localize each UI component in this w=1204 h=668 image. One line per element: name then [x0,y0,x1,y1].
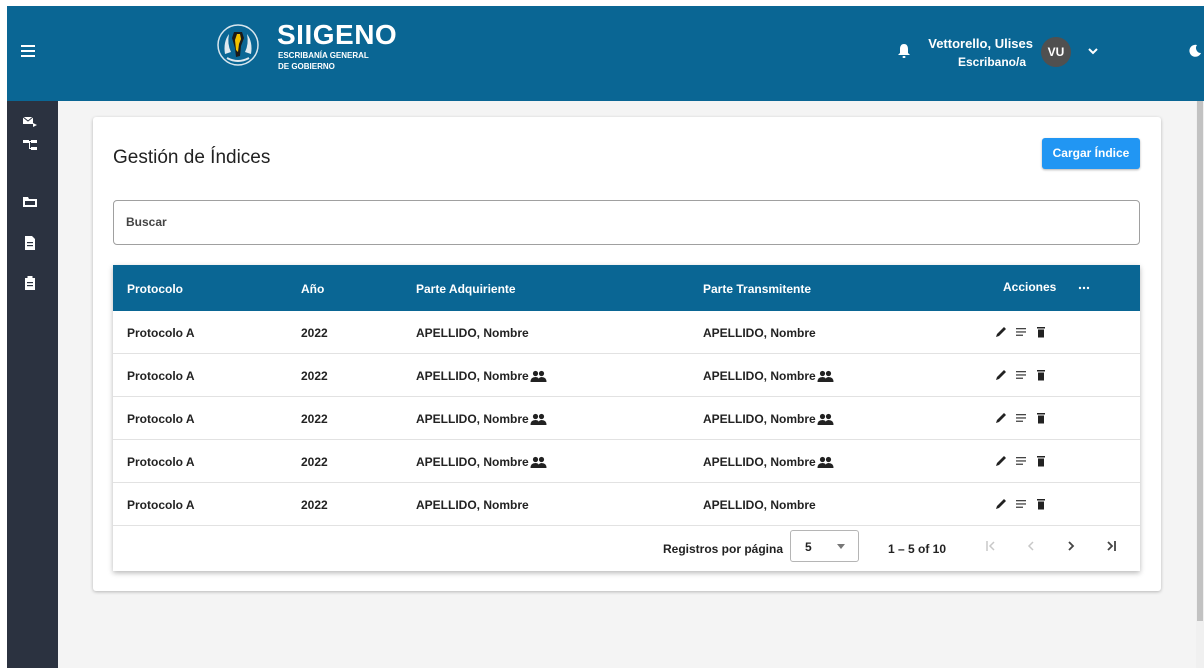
adquiriente-name: APELLIDO, Nombre [416,369,529,383]
edit-icon[interactable] [994,497,1008,511]
chevron-down-icon[interactable] [1088,47,1098,55]
page-range: 1 – 5 of 10 [888,542,947,556]
user-info[interactable]: Vettorello, Ulises Escribano/a [923,36,1033,70]
transmitente-name: APELLIDO, Nombre [703,412,816,426]
cell-parte-transmitente: APELLIDO, Nombre [703,326,816,340]
folder-icon[interactable] [23,195,37,209]
menu-icon[interactable] [21,45,35,57]
document-icon[interactable] [23,236,37,250]
bell-icon[interactable] [897,43,911,59]
brand-title: SIIGENO [277,19,398,50]
delete-icon[interactable] [1034,368,1048,382]
cell-parte-transmitente: APELLIDO, Nombre [703,498,816,512]
sidebar [7,101,58,668]
header-acciones: Acciones [1003,280,1057,294]
clipboard-icon[interactable] [23,276,37,290]
cell-parte-adquiriente: APELLIDO, Nombre [416,369,547,383]
table-row[interactable]: Protocolo A 2022 APELLIDO, Nombre APELLIDO,… [113,440,1140,483]
group-icon [817,456,834,468]
group-icon [530,456,547,468]
table-row[interactable]: Protocolo A 2022 APELLIDO, Nombre APELLIDO,… [113,354,1140,397]
cell-anio: 2022 [301,412,328,426]
delete-icon[interactable] [1034,454,1048,468]
table-row[interactable]: Protocolo A 2022 APELLIDO, Nombre APELLIDO,… [113,397,1140,440]
user-role: Escribano/a [957,55,1026,69]
transmitente-name: APELLIDO, Nombre [703,369,816,383]
last-page-icon[interactable] [1106,540,1116,552]
details-icon[interactable] [1014,497,1028,511]
cell-protocolo: Protocolo A [127,369,195,383]
edit-icon[interactable] [994,325,1008,339]
cell-parte-transmitente: APELLIDO, Nombre [703,369,834,383]
header-protocolo[interactable]: Protocolo [127,282,183,296]
edit-icon[interactable] [994,411,1008,425]
page-size-value: 5 [805,540,812,554]
adquiriente-name: APELLIDO, Nombre [416,498,529,512]
load-index-button[interactable]: Cargar Índice [1042,138,1140,169]
indices-table: Protocolo Año Parte Adquiriente Parte Tr… [113,265,1140,571]
brand-subtitle-line-1: ESCRIBANÍA GENERAL [278,51,369,60]
details-icon[interactable] [1014,411,1028,425]
cell-anio: 2022 [301,369,328,383]
details-icon[interactable] [1014,325,1028,339]
first-page-icon[interactable] [986,540,996,552]
page-size-label: Registros por página [663,542,784,556]
cell-protocolo: Protocolo A [127,326,195,340]
transmitente-name: APELLIDO, Nombre [703,455,816,469]
edit-icon[interactable] [994,454,1008,468]
table-row[interactable]: Protocolo A 2022 APELLIDO, Nombre APELLIDO,… [113,483,1140,526]
adquiriente-name: APELLIDO, Nombre [416,412,529,426]
cell-parte-adquiriente: APELLIDO, Nombre [416,412,547,426]
group-icon [817,370,834,382]
previous-page-icon[interactable] [1026,540,1036,552]
edit-icon[interactable] [994,368,1008,382]
page-title: Gestión de Índices [113,147,271,168]
scrollbar-thumb[interactable] [1197,101,1203,621]
transmitente-name: APELLIDO, Nombre [703,498,816,512]
cell-parte-adquiriente: APELLIDO, Nombre [416,498,529,512]
delete-icon[interactable] [1034,325,1048,339]
adquiriente-name: APELLIDO, Nombre [416,326,529,340]
cell-parte-adquiriente: APELLIDO, Nombre [416,326,529,340]
details-icon[interactable] [1014,454,1028,468]
mail-send-icon[interactable] [23,114,37,128]
top-bar: SIIGENO ESCRIBANÍA GENERAL DE GOBIERNO V… [7,6,1204,101]
indices-card: Gestión de Índices Cargar Índice Buscar … [93,117,1161,591]
group-icon [530,413,547,425]
cell-anio: 2022 [301,326,328,340]
cell-parte-transmitente: APELLIDO, Nombre [703,455,834,469]
page-size-select[interactable]: 5 [790,530,859,562]
more-options-icon[interactable] [1077,277,1091,291]
adquiriente-name: APELLIDO, Nombre [416,455,529,469]
logo-icon [217,24,259,66]
moon-icon[interactable] [1188,44,1202,58]
details-icon[interactable] [1014,368,1028,382]
brand: SIIGENO ESCRIBANÍA GENERAL DE GOBIERNO [277,20,397,72]
header-parte-adquiriente[interactable]: Parte Adquiriente [416,282,516,296]
hierarchy-icon[interactable] [23,138,37,152]
pagination: Registros por página 5 1 – 5 of 10 [113,525,1140,571]
search-input[interactable]: Buscar [113,200,1140,245]
table-row[interactable]: Protocolo A 2022 APELLIDO, Nombre APELLIDO,… [113,311,1140,354]
delete-icon[interactable] [1034,411,1048,425]
cell-anio: 2022 [301,455,328,469]
header-parte-transmitente[interactable]: Parte Transmitente [703,282,811,296]
group-icon [530,370,547,382]
cell-protocolo: Protocolo A [127,455,195,469]
user-name: Vettorello, Ulises [928,36,1033,51]
transmitente-name: APELLIDO, Nombre [703,326,816,340]
delete-icon[interactable] [1034,497,1048,511]
cell-protocolo: Protocolo A [127,498,195,512]
cell-parte-adquiriente: APELLIDO, Nombre [416,455,547,469]
table-header: Protocolo Año Parte Adquiriente Parte Tr… [113,265,1140,311]
header-anio[interactable]: Año [301,282,324,296]
avatar[interactable]: VU [1041,37,1071,67]
next-page-icon[interactable] [1066,540,1076,552]
cell-parte-transmitente: APELLIDO, Nombre [703,412,834,426]
caret-down-icon [837,544,845,549]
cell-protocolo: Protocolo A [127,412,195,426]
brand-subtitle-line-2: DE GOBIERNO [278,62,335,71]
cell-anio: 2022 [301,498,328,512]
group-icon [817,413,834,425]
